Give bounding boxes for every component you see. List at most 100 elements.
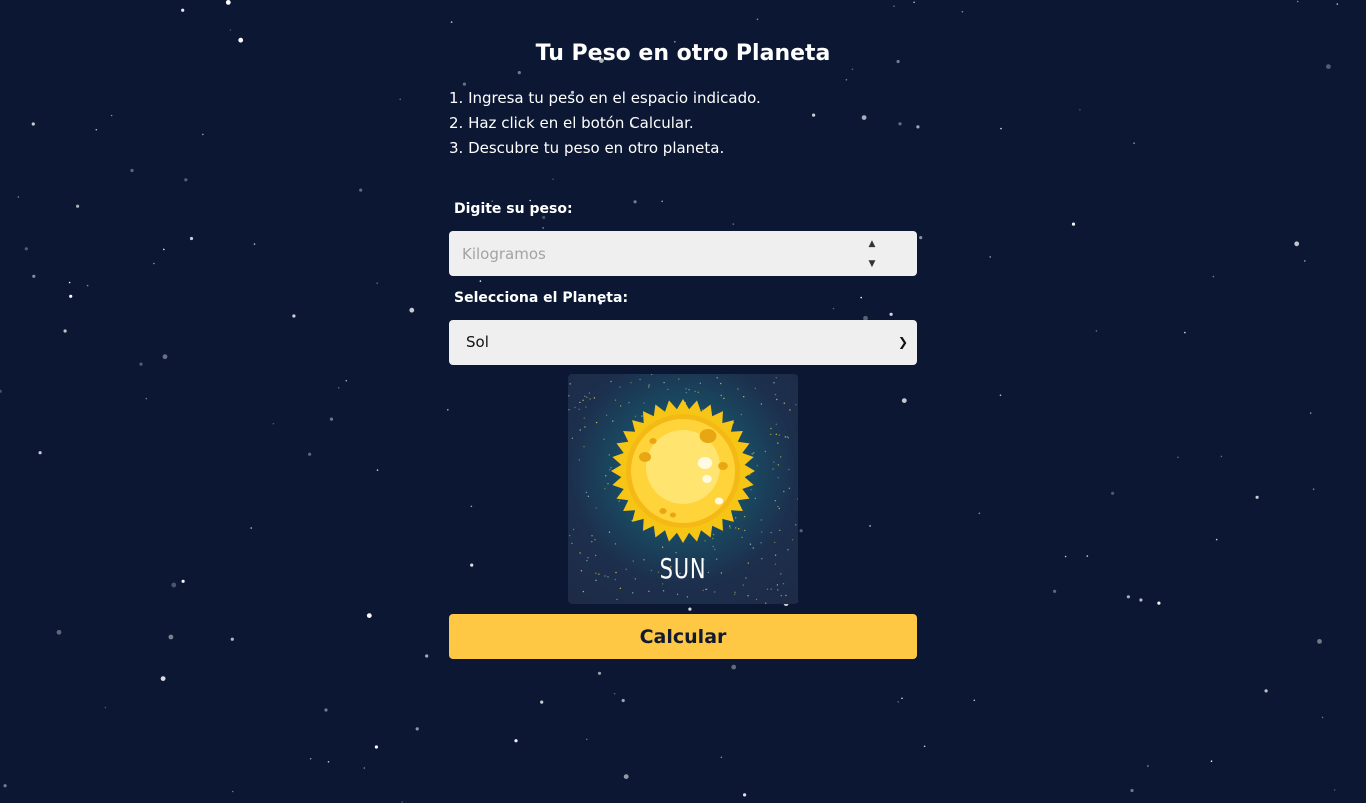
glitter-dot [661, 546, 664, 548]
glitter-dot [751, 453, 753, 455]
instructions-list: 1. Ingresa tu peso en el espacio indicad… [449, 86, 917, 161]
glitter-dot [773, 382, 775, 384]
glitter-dot [609, 469, 611, 471]
star [720, 756, 723, 759]
glitter-dot [630, 382, 632, 384]
star [540, 700, 544, 704]
glitter-dot [568, 395, 570, 397]
glitter-dot [789, 409, 791, 411]
glitter-dot [777, 505, 779, 508]
glitter-dot [594, 539, 596, 541]
star [145, 397, 148, 400]
instruction-step-2: 2. Haz click en el botón Calcular. [449, 114, 694, 132]
glitter-dot [574, 406, 576, 409]
glitter-dot [572, 528, 575, 531]
star [897, 701, 899, 703]
planet-select[interactable]: Sol ❯ [449, 320, 917, 365]
star [324, 708, 328, 712]
stepper-down-icon[interactable]: ▼ [865, 257, 879, 271]
star [1304, 260, 1306, 262]
weight-input[interactable] [449, 231, 849, 276]
glitter-dot [765, 602, 767, 604]
glitter-dot [571, 542, 573, 545]
glitter-dot [714, 591, 716, 593]
star [104, 706, 107, 709]
glitter-dot [729, 527, 731, 529]
glitter-dot [775, 433, 777, 435]
glitter-dot [648, 590, 650, 592]
star [1309, 412, 1312, 414]
glitter-dot [743, 396, 745, 398]
weight-stepper[interactable]: ▲ ▼ [865, 237, 879, 271]
star [585, 738, 588, 741]
glitter-dot [632, 592, 634, 594]
planet-image-caption: SUN [659, 552, 707, 585]
glitter-dot [723, 397, 725, 400]
star [978, 512, 981, 515]
star [308, 452, 312, 456]
star [238, 37, 244, 43]
glitter-dot [770, 531, 772, 534]
glitter-dot [685, 388, 687, 390]
glitter-dot [777, 464, 779, 466]
glitter-dot [605, 414, 608, 416]
calculate-button[interactable]: Calcular [449, 614, 917, 659]
glitter-dot [584, 426, 586, 428]
glitter-dot [764, 450, 767, 453]
sun-spot [639, 452, 651, 462]
star [1333, 789, 1336, 791]
star [38, 451, 42, 455]
glitter-dot [702, 589, 704, 592]
glitter-dot [754, 387, 756, 390]
sun-spot [649, 438, 657, 444]
glitter-dot [579, 401, 581, 404]
glitter-dot [741, 536, 743, 539]
star [68, 281, 71, 284]
star [376, 469, 379, 471]
star [329, 417, 334, 421]
glitter-dot [777, 477, 779, 479]
star [231, 790, 234, 793]
star [0, 389, 2, 393]
glitter-dot [605, 475, 607, 477]
star [1184, 331, 1186, 334]
star [250, 527, 252, 529]
main-panel: Tu Peso en otro Planeta 1. Ingresa tu pe… [449, 34, 917, 659]
glitter-dot [777, 442, 779, 444]
glitter-dot [720, 382, 722, 385]
glitter-dot [628, 402, 630, 404]
glitter-dot [619, 405, 622, 407]
glitter-dot [591, 541, 593, 543]
glitter-dot [583, 446, 585, 448]
star [31, 122, 35, 126]
glitter-dot [749, 543, 752, 545]
stepper-up-icon[interactable]: ▲ [865, 237, 879, 251]
star [1071, 222, 1076, 226]
star [1212, 275, 1215, 278]
glitter-dot [571, 437, 574, 439]
glitter-dot [697, 391, 699, 393]
star [327, 761, 330, 763]
instruction-step-3: 3. Descubre tu peso en otro planeta. [449, 139, 725, 157]
glitter-dot [795, 524, 797, 526]
glitter-dot [663, 381, 665, 384]
glitter-dot [648, 384, 650, 386]
glitter-dot [740, 413, 742, 416]
star [56, 629, 62, 635]
glitter-dot [778, 434, 780, 436]
glitter-dot [667, 388, 669, 391]
star [1147, 765, 1149, 767]
star [272, 422, 275, 425]
star [1053, 589, 1057, 593]
glitter-dot [780, 456, 782, 458]
glitter-dot [603, 438, 605, 440]
glitter-dot [784, 436, 786, 438]
glitter-dot [750, 489, 752, 491]
star [225, 0, 231, 5]
star [1086, 555, 1089, 557]
star [999, 394, 1002, 397]
glitter-dot [662, 590, 665, 592]
star [1079, 108, 1081, 111]
glitter-dot [785, 594, 787, 597]
glitter-dot [737, 388, 739, 390]
